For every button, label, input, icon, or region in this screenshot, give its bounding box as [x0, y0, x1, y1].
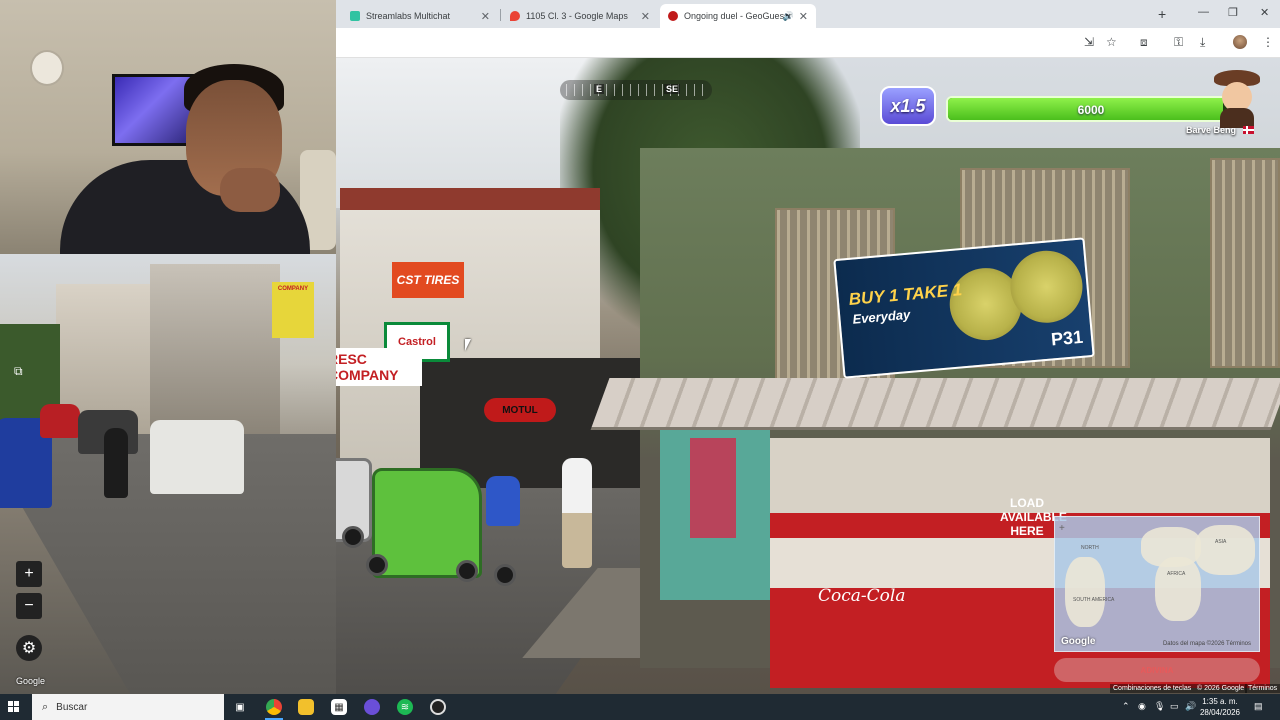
tab-google-maps[interactable]: 1105 Cl. 3 - Google Maps ✕ [502, 4, 658, 28]
keyboard-shortcuts-link[interactable]: Combinaciones de teclas [1110, 684, 1195, 693]
key-icon[interactable]: ⚿ [1174, 35, 1183, 50]
compass-southeast-label: SE [664, 84, 681, 94]
person-blue-shirt [486, 476, 520, 526]
terms-link[interactable]: Términos [1245, 684, 1280, 693]
webcam-overlay [0, 0, 336, 254]
store-icon[interactable]: ▦ [331, 699, 347, 715]
close-tab-icon[interactable]: ✕ [799, 10, 808, 23]
denmark-flag-icon [1243, 126, 1254, 134]
streamer-hand [220, 168, 280, 212]
browser-toolbar: ⇲ ☆ ⧈ ⚿ ⤓ ⋮ [336, 28, 1280, 58]
coca-cola-logo: Coca-Cola [818, 586, 906, 606]
awning [590, 378, 1280, 430]
guess-minimap[interactable]: + NORTH AFRICA SOUTH AMERICA ASIA Google… [1054, 516, 1260, 652]
tab-streamlabs[interactable]: Streamlabs Multichat ✕ [342, 4, 498, 28]
compass-east-label: E [594, 84, 605, 94]
volume-icon[interactable]: 🔊 [1185, 701, 1196, 712]
restore-button[interactable]: ❐ [1228, 6, 1238, 19]
pizza-banner-price: P31 [1050, 326, 1084, 350]
close-tab-icon[interactable]: ✕ [481, 10, 490, 23]
screen: BUY 1 TAKE 1 Everyday P31 CST TIRES Cast… [0, 0, 1280, 720]
motul-sign: MOTUL [484, 398, 556, 422]
tray-chevron-icon[interactable]: ⌃ [1122, 701, 1130, 712]
player-avatar [1212, 66, 1262, 128]
wall-plate [30, 50, 64, 86]
inset-yellow-sign: COMPANY [272, 282, 314, 338]
star-icon[interactable]: ☆ [1106, 35, 1117, 49]
pizza-banner: BUY 1 TAKE 1 Everyday P31 [833, 237, 1095, 379]
minimap-label: ASIA [1215, 539, 1227, 545]
google-logo: Google [16, 676, 46, 686]
close-window-button[interactable]: ✕ [1260, 6, 1269, 19]
guess-button[interactable]: ADIVINA [1054, 658, 1260, 682]
minimap-zoom-in[interactable]: + [1059, 523, 1065, 534]
clock[interactable]: 1:35 a. m. 28/04/2026 [1198, 696, 1242, 718]
task-view-icon[interactable]: ▣ [232, 699, 248, 715]
tray-app-icon[interactable]: ◉ [1138, 701, 1146, 712]
player-name: Barve Beng [1186, 125, 1237, 135]
file-explorer-icon[interactable] [298, 699, 314, 715]
profile-avatar[interactable] [1233, 35, 1247, 49]
mic-icon[interactable]: 🎙 [1154, 701, 1165, 712]
obs-icon[interactable] [430, 699, 446, 715]
car-red [40, 404, 80, 438]
pizza-banner-subtitle: Everyday [851, 306, 911, 327]
minimap-label: AFRICA [1167, 571, 1186, 577]
car-white [150, 420, 244, 494]
chrome-icon[interactable] [266, 699, 282, 715]
resc-company-sign: RESC COMPANY [328, 348, 422, 386]
install-icon[interactable]: ⇲ [1084, 35, 1094, 49]
notifications-icon[interactable]: ▤ [1254, 701, 1263, 712]
settings-button[interactable]: ⚙ [16, 635, 42, 661]
minimize-button[interactable]: — [1198, 6, 1209, 18]
speaker-icon[interactable]: 🔊 [783, 11, 794, 22]
damage-multiplier-badge: x1.5 [880, 86, 936, 126]
search-icon: ⌕ [42, 700, 49, 713]
minimap-google-logo: Google [1061, 636, 1096, 647]
mouse-cursor [465, 339, 471, 351]
cst-tires-sign: CST TIRES [392, 262, 464, 298]
person-white-shirt [562, 458, 592, 568]
tab-geoguessr[interactable]: Ongoing duel - GeoGuessr 🔊 ✕ [660, 4, 816, 28]
search-placeholder: Buscar [56, 701, 88, 713]
street-view-inset: COMPANY [0, 254, 336, 694]
maps-favicon-icon [510, 11, 520, 21]
load-available-sign: LOAD AVAILABLE HERE [1000, 496, 1067, 538]
share-icon[interactable]: ⧉ [14, 364, 34, 382]
spotify-icon[interactable]: ≋ [397, 699, 413, 715]
tab-title: 1105 Cl. 3 - Google Maps [526, 11, 628, 21]
clock-date: 28/04/2026 [1199, 708, 1241, 717]
extensions-icon[interactable]: ⧈ [1140, 35, 1148, 50]
minimap-attribution: Datos del mapa ©2026 Términos [1162, 641, 1251, 647]
new-tab-button[interactable]: + [1158, 6, 1166, 22]
streamlabs-favicon-icon [350, 11, 360, 21]
clock-time: 1:35 a. m. [1202, 697, 1238, 706]
shop-teal [660, 430, 770, 600]
minimap-label: NORTH [1081, 545, 1099, 551]
health-value: 6000 [1077, 103, 1105, 117]
tab-title: Ongoing duel - GeoGuessr [684, 11, 792, 21]
pizza-banner-title: BUY 1 TAKE 1 [847, 280, 963, 309]
taskbar: ⌕ Buscar ▣ ▦ ≋ ⌃ ◉ 🎙 ▭ 🔊 1:35 a. m. 28/0… [0, 694, 1280, 720]
discord-icon[interactable] [364, 699, 380, 715]
compass: E SE [560, 80, 712, 100]
zoom-in-button[interactable]: + [16, 561, 42, 587]
tab-strip: Streamlabs Multichat ✕ 1105 Cl. 3 - Goog… [336, 0, 1280, 28]
tab-title: Streamlabs Multichat [366, 11, 451, 21]
health-bar: 6000 [946, 96, 1236, 122]
zoom-out-button[interactable]: − [16, 593, 42, 619]
download-icon[interactable]: ⤓ [1200, 35, 1205, 50]
copyright-text: © 2026 Google [1194, 684, 1248, 693]
windows-start-icon[interactable] [8, 701, 20, 713]
network-icon[interactable]: ▭ [1170, 701, 1179, 712]
minimap-label: SOUTH AMERICA [1073, 597, 1115, 603]
close-tab-icon[interactable]: ✕ [641, 10, 650, 23]
taskbar-search[interactable]: ⌕ Buscar [32, 694, 224, 720]
more-icon[interactable]: ⋮ [1262, 35, 1274, 49]
motorcycle-rider [104, 428, 128, 498]
geoguessr-favicon-icon [668, 11, 678, 21]
gear-icon: ⚙ [21, 640, 37, 657]
